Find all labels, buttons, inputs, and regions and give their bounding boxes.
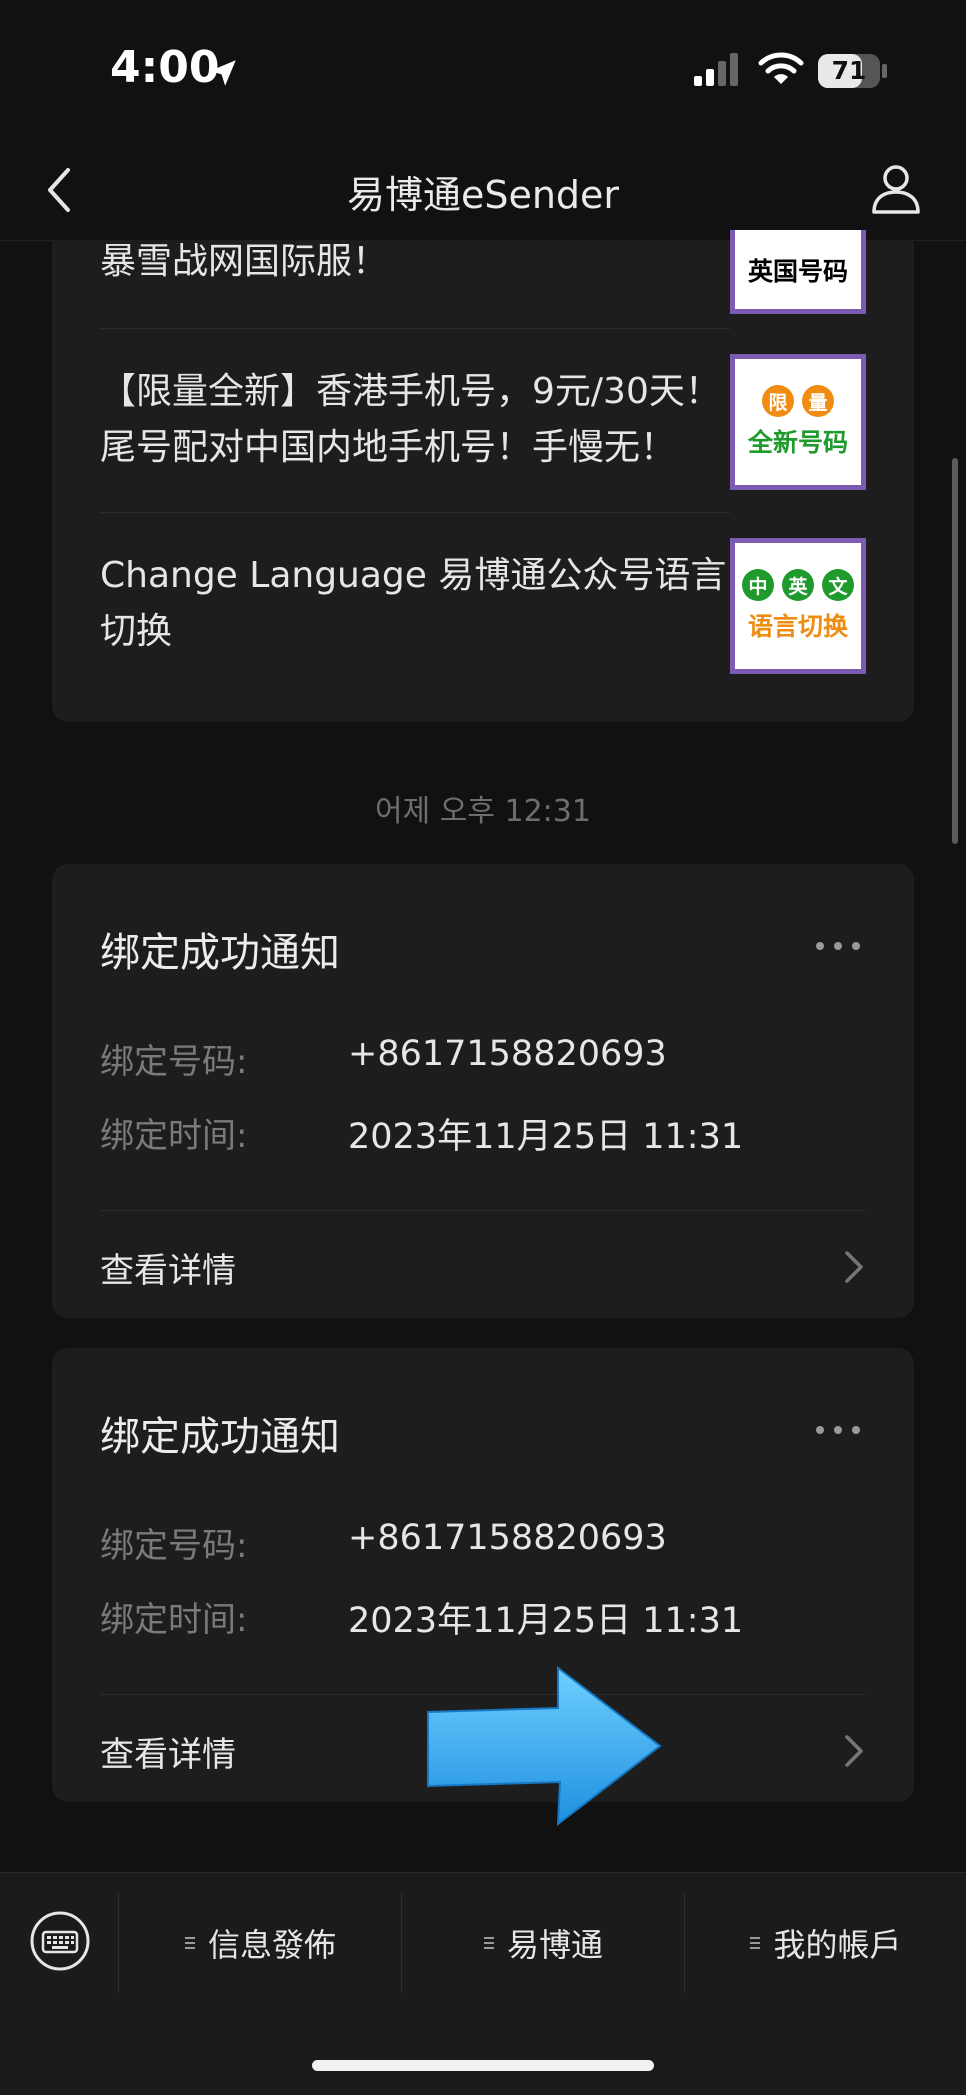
menu-item-my-account[interactable]: 我的帳戶 <box>685 1893 966 1993</box>
article-item[interactable]: 【限量全新】香港手机号，9元/30天！尾号配对中国内地手机号！手慢无！ <box>100 364 730 476</box>
battery-tip <box>882 64 887 78</box>
chevron-right-icon <box>845 1735 863 1767</box>
bound-number-value: +8617158820693 <box>348 1034 667 1074</box>
message-timestamp: 어제 오후 12:31 <box>375 794 591 829</box>
menu-lines-icon <box>184 1937 195 1949</box>
nav-bar: 易博通eSender <box>0 140 966 241</box>
divider <box>100 512 730 513</box>
cellular-signal-icon <box>694 53 738 86</box>
notification-title: 绑定成功通知 <box>100 930 340 976</box>
bound-time-value: 2023年11月25日 11:31 <box>348 1117 744 1157</box>
menu-lines-icon <box>483 1937 494 1949</box>
bound-time-value: 2023年11月25日 11:31 <box>348 1601 744 1641</box>
view-details-label: 查看详情 <box>100 1251 236 1291</box>
article-title: 【限量全新】香港手机号，9元/30天！尾号配对中国内地手机号！手慢无！ <box>100 371 721 468</box>
article-title: 暴雪战网国际服！ <box>100 241 389 282</box>
bound-number-label: 绑定号码: <box>100 1042 248 1082</box>
bound-number-label: 绑定号码: <box>100 1526 248 1566</box>
thumbnail-label: 全新号码 <box>747 428 848 457</box>
menu-lines-icon <box>750 1937 761 1949</box>
view-details-button[interactable]: 查看详情 <box>52 1211 914 1318</box>
menu-item-publish[interactable]: 信息發佈 <box>119 1893 401 1993</box>
wifi-icon <box>758 52 804 84</box>
article-thumbnail[interactable]: 中英文 语言切换 <box>730 538 866 674</box>
view-details-label: 查看详情 <box>100 1735 236 1775</box>
menu-item-label: 易博通 <box>506 1926 603 1964</box>
bound-number-value: +8617158820693 <box>348 1518 667 1558</box>
article-item[interactable]: Change Language 易博通公众号语言切换 <box>100 548 730 660</box>
battery-percent: 71 <box>831 56 867 85</box>
notification-title: 绑定成功通知 <box>100 1414 340 1460</box>
thumbnail-badge: 限 <box>762 385 794 417</box>
thumbnail-badges: 中英文 <box>742 569 854 601</box>
scrollbar[interactable] <box>952 458 958 844</box>
article-title: Change Language 易博通公众号语言切换 <box>100 555 727 652</box>
bound-time-label: 绑定时间: <box>100 1600 248 1640</box>
thumbnail-badges: 限量 <box>762 385 834 417</box>
menu-item-label: 我的帳戶 <box>773 1926 902 1964</box>
battery-indicator: 71 <box>818 54 880 88</box>
thumbnail-badge: 文 <box>822 569 854 601</box>
pointer-arrow-icon <box>427 1666 662 1826</box>
chevron-right-icon <box>845 1251 863 1283</box>
notification-card: 绑定成功通知 绑定号码: +8617158820693 绑定时间: 2023年1… <box>52 864 914 1318</box>
bound-time-label: 绑定时间: <box>100 1116 248 1156</box>
status-bar: 4:00 71 <box>0 0 966 140</box>
keyboard-icon[interactable] <box>28 1909 92 1973</box>
thumbnail-badge: 量 <box>802 385 834 417</box>
more-options-icon[interactable] <box>814 1424 862 1436</box>
thumbnail-label: 语言切换 <box>747 612 848 641</box>
thumbnail-badge: 英 <box>782 569 814 601</box>
article-list-card: 暴雪战网国际服！ 英国号码 【限量全新】香港手机号，9元/30天！尾号配对中国内… <box>52 230 914 722</box>
status-time: 4:00 <box>110 42 220 93</box>
page-title: 易博通eSender <box>346 173 620 217</box>
divider <box>100 328 730 329</box>
home-indicator[interactable] <box>312 2060 654 2071</box>
article-thumbnail[interactable]: 限量 全新号码 <box>730 354 866 490</box>
location-arrow-icon <box>210 60 236 86</box>
article-thumbnail[interactable]: 英国号码 <box>730 230 866 314</box>
article-item[interactable]: 暴雪战网国际服！ <box>100 240 730 324</box>
menu-item-label: 信息發佈 <box>207 1926 336 1964</box>
more-options-icon[interactable] <box>814 940 862 952</box>
profile-icon[interactable] <box>868 160 924 216</box>
thumbnail-label: 英国号码 <box>747 256 848 286</box>
menu-item-esender[interactable]: 易博通 <box>402 1893 684 1993</box>
thumbnail-badge: 中 <box>742 569 774 601</box>
